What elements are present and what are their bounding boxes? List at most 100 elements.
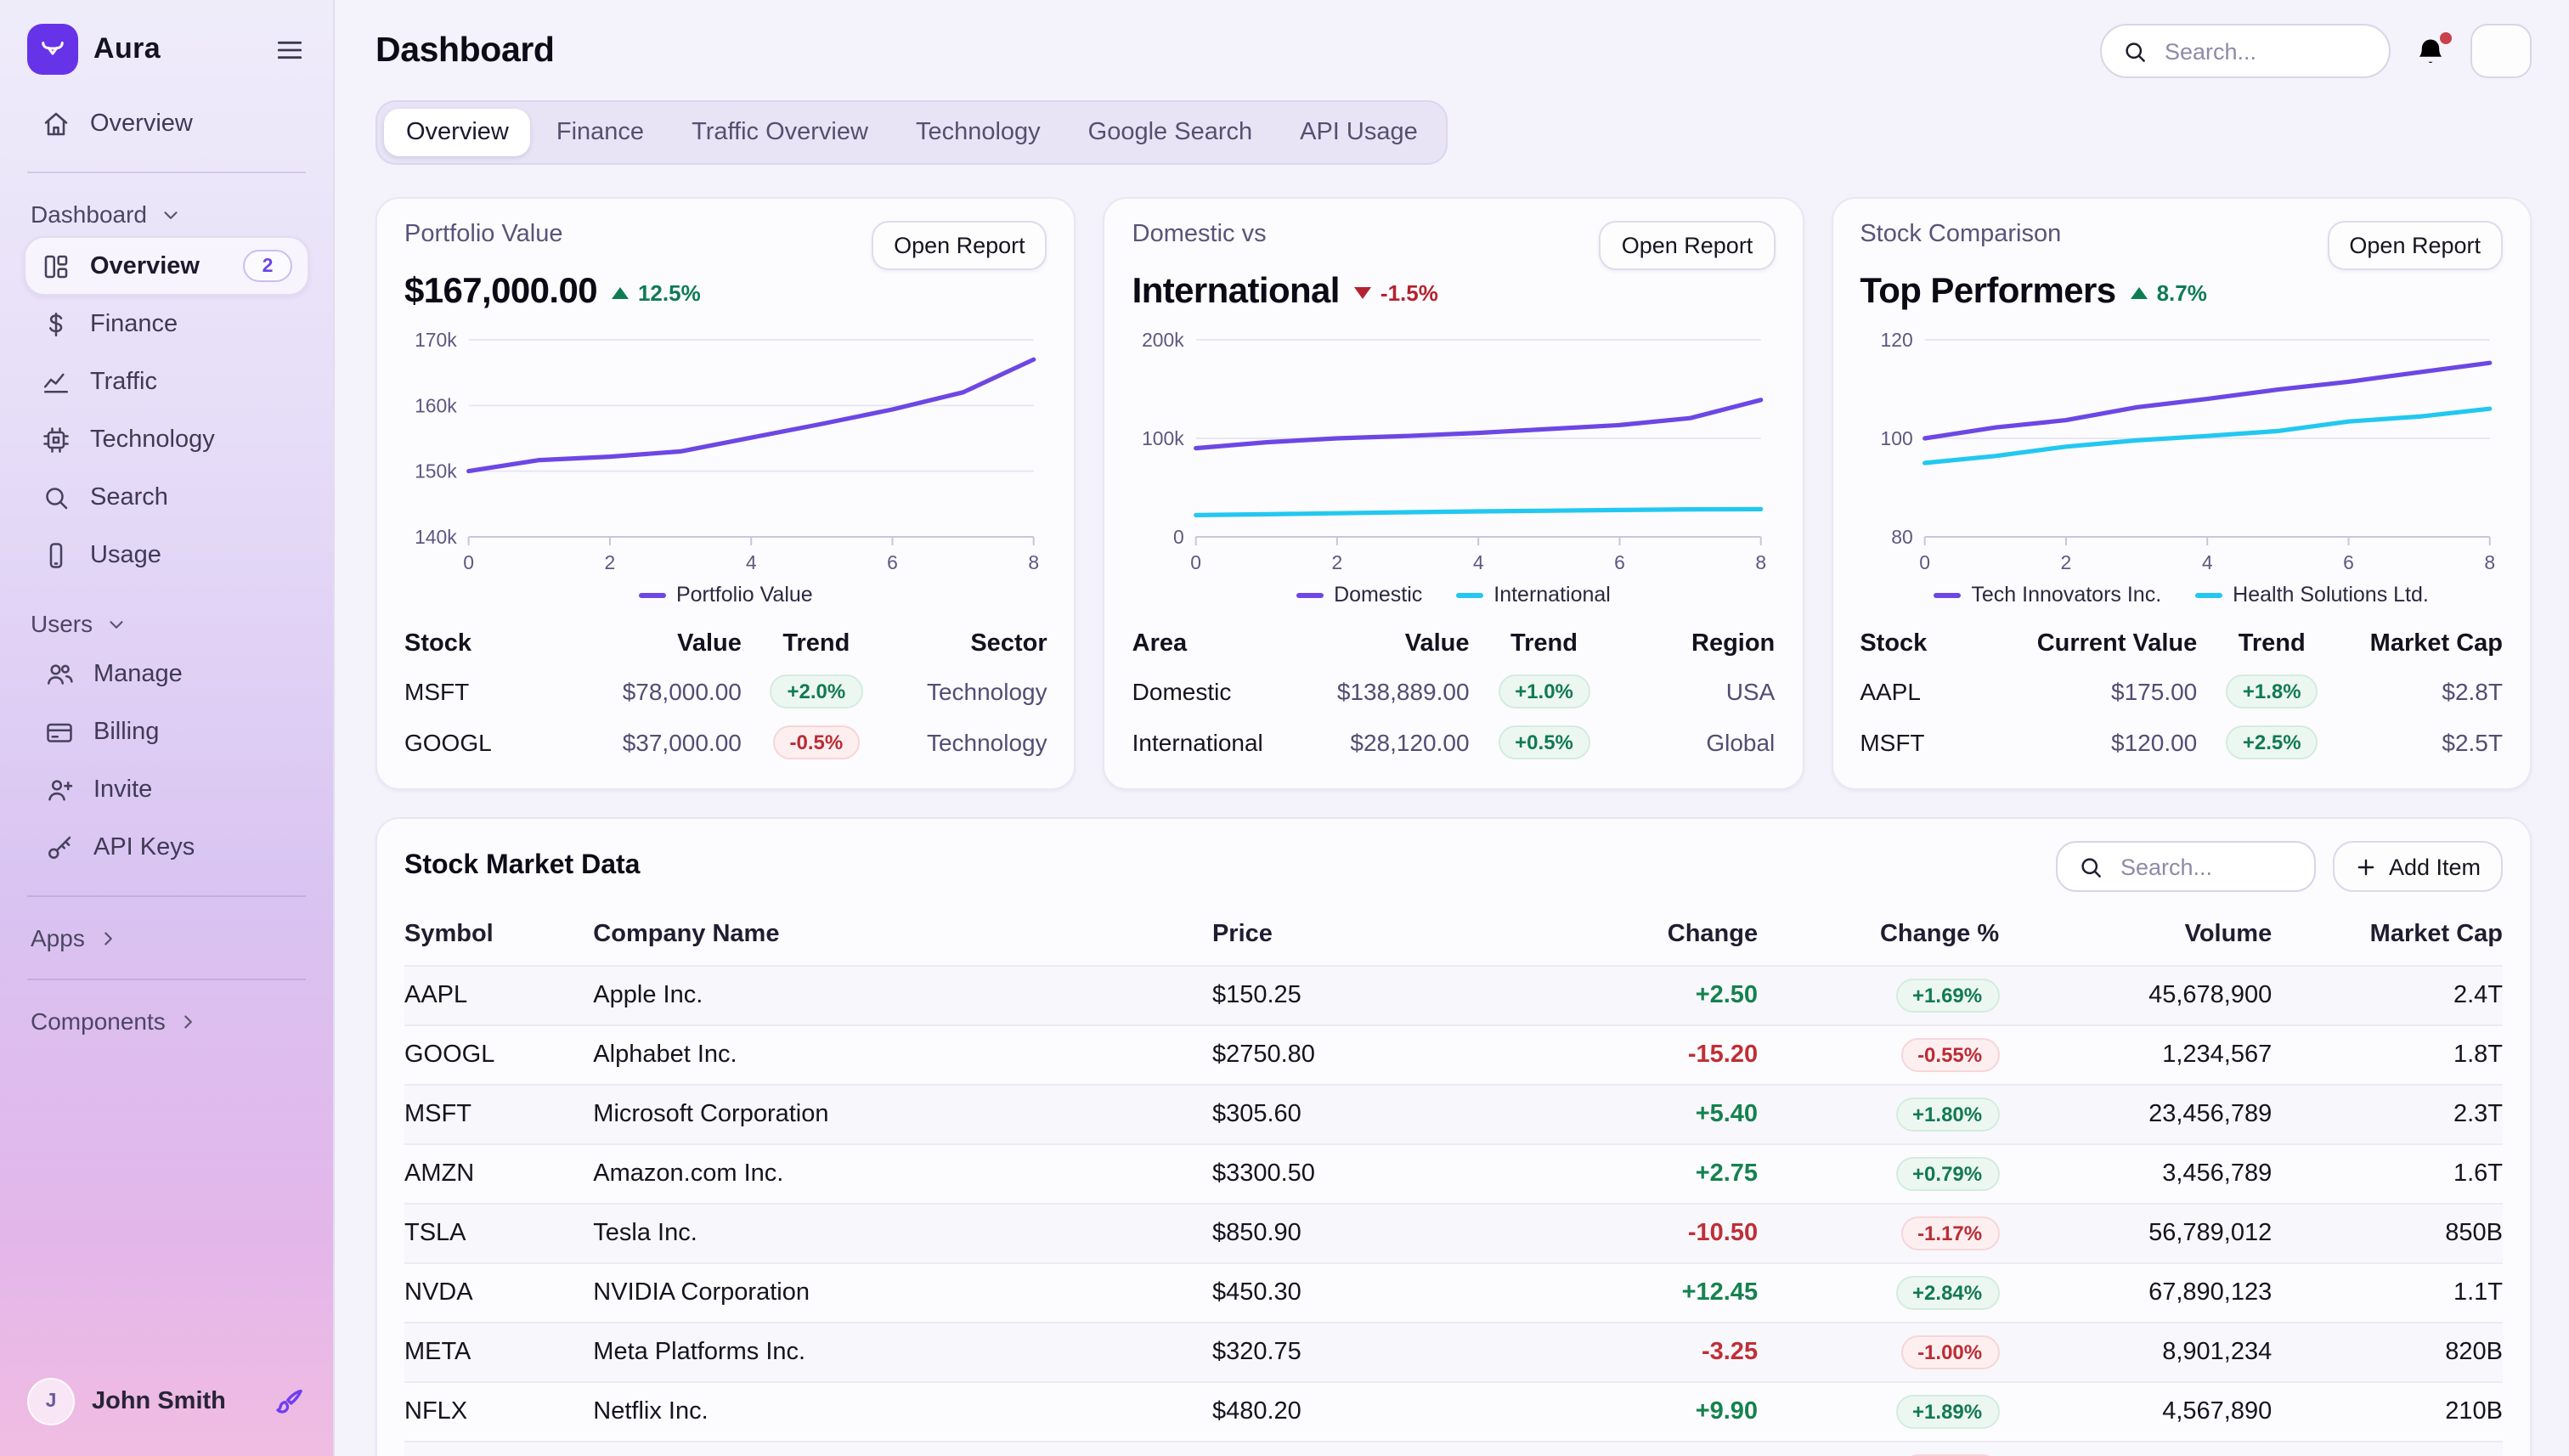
sidebar-item-search[interactable]: Search: [24, 469, 309, 527]
stock-table: Symbol Company Name Price Change Change …: [404, 906, 2503, 1456]
cell-price: $305.60: [1212, 1085, 1516, 1144]
table-search-input[interactable]: [2117, 852, 2294, 881]
search-input[interactable]: [2161, 37, 2369, 65]
sidebar-item-billing[interactable]: Billing: [27, 703, 309, 761]
domestic-international-line-chart: 0100k200k02468: [1132, 326, 1776, 581]
svg-text:2: 2: [2060, 551, 2071, 573]
sidebar-item-invite[interactable]: Invite: [27, 761, 309, 819]
cell-change: -15.20: [1516, 1025, 1758, 1085]
card-label: Stock Comparison: [1860, 221, 2061, 248]
chevron-right-icon: [178, 1010, 200, 1032]
table-header-row: Stock Value Trend Sector: [404, 622, 1047, 666]
change-pct-badge: +2.84%: [1895, 1276, 1999, 1310]
table-row: NFLX Netflix Inc. $480.20 +9.90 +1.89% 4…: [404, 1382, 2503, 1442]
divider: [27, 895, 306, 897]
tab-technology[interactable]: Technology: [894, 109, 1063, 156]
sidebar-section-components[interactable]: Components: [24, 999, 309, 1043]
divider: [27, 979, 306, 980]
cell-company: Alphabet Inc.: [593, 1025, 1212, 1085]
cell-change: +5.40: [1516, 1085, 1758, 1144]
credit-card-icon: [44, 717, 75, 748]
table-search: [2056, 841, 2316, 892]
delta-badge: -1.5%: [1355, 279, 1438, 305]
user-menu[interactable]: J John Smith: [24, 1371, 309, 1432]
tab-overview[interactable]: Overview: [384, 109, 531, 156]
sidebar-item-finance[interactable]: Finance: [24, 296, 309, 353]
open-report-button[interactable]: Open Report: [2327, 221, 2503, 270]
cell-symbol: NFLX: [404, 1382, 593, 1442]
trend-badge: +1.0%: [1498, 674, 1590, 708]
change-pct-badge: -0.55%: [1900, 1038, 1999, 1072]
table-row: MSFT $120.00 +2.5% $2.5T: [1860, 717, 2503, 768]
tab-finance[interactable]: Finance: [534, 109, 666, 156]
card-value: $167,000.00: [404, 272, 597, 313]
table-row: BABA Alibaba Group Holding $120.45 -2.15…: [404, 1442, 2503, 1456]
sidebar-item-api-keys[interactable]: API Keys: [27, 819, 309, 877]
dollar-icon: [41, 309, 71, 340]
paintbrush-theme-icon[interactable]: [272, 1385, 306, 1419]
change-pct-badge: +1.80%: [1895, 1098, 1999, 1132]
tab-google-search[interactable]: Google Search: [1066, 109, 1274, 156]
triangle-up-icon: [613, 286, 630, 298]
open-report-button[interactable]: Open Report: [872, 221, 1047, 270]
sidebar-item-manage[interactable]: Manage: [27, 646, 309, 703]
cell-company: Apple Inc.: [593, 966, 1212, 1025]
sidebar-section-apps[interactable]: Apps: [24, 916, 309, 960]
table-header-row: Area Value Trend Region: [1132, 622, 1776, 666]
cell-volume: 67,890,123: [1999, 1263, 2272, 1323]
menu-hamburger-icon[interactable]: [274, 33, 306, 65]
stock-comparison-card: Stock Comparison Open Report Top Perform…: [1831, 197, 2532, 790]
sidebar-section-dashboard[interactable]: Dashboard: [24, 192, 309, 236]
cell-symbol: NVDA: [404, 1263, 593, 1323]
cell-market-cap: 320B: [2272, 1442, 2503, 1456]
svg-text:0: 0: [463, 551, 474, 573]
sidebar-item-traffic[interactable]: Traffic: [24, 353, 309, 411]
search-icon: [2078, 854, 2103, 879]
svg-text:100: 100: [1880, 427, 1912, 449]
sidebar-item-overview-top[interactable]: Overview: [24, 95, 309, 153]
svg-text:8: 8: [1756, 551, 1767, 573]
legend-item: Domestic: [1296, 583, 1422, 607]
tab-traffic-overview[interactable]: Traffic Overview: [669, 109, 890, 156]
add-new-button[interactable]: [2470, 24, 2532, 78]
tab-api-usage[interactable]: API Usage: [1278, 109, 1440, 156]
sidebar-item-usage[interactable]: Usage: [24, 527, 309, 584]
change-pct-badge: +0.79%: [1895, 1157, 1999, 1191]
search-icon: [41, 483, 71, 513]
cell-market-cap: 820B: [2272, 1323, 2503, 1382]
dashboard-tabs: Overview Finance Traffic Overview Techno…: [375, 100, 1448, 165]
sidebar-item-technology[interactable]: Technology: [24, 411, 309, 469]
brand-name: Aura: [93, 32, 161, 66]
notifications-bell-icon[interactable]: [2413, 33, 2448, 69]
market-actions: Add Item: [2056, 841, 2503, 892]
users-icon: [44, 659, 75, 690]
add-item-button[interactable]: Add Item: [2333, 841, 2503, 892]
cell-symbol: TSLA: [404, 1204, 593, 1263]
delta-badge: 12.5%: [613, 279, 701, 305]
delta-badge: 8.7%: [2131, 279, 2207, 305]
cell-volume: 45,678,900: [1999, 966, 2272, 1025]
sidebar-section-users[interactable]: Users: [24, 601, 309, 646]
table-header-row: Symbol Company Name Price Change Change …: [404, 906, 2503, 966]
trend-badge: +1.8%: [2226, 674, 2318, 708]
legend-swatch: [1296, 592, 1324, 597]
table-row: Domestic $138,889.00 +1.0% USA: [1132, 666, 1776, 717]
trend-badge: -0.5%: [773, 725, 861, 759]
svg-text:8: 8: [1028, 551, 1039, 573]
open-report-button[interactable]: Open Report: [1600, 221, 1776, 270]
legend-swatch: [639, 592, 666, 597]
stat-cards-row: Portfolio Value Open Report $167,000.00 …: [375, 197, 2532, 790]
legend-item: Tech Innovators Inc.: [1934, 583, 2161, 607]
cell-symbol: MSFT: [404, 1085, 593, 1144]
sidebar-item-overview[interactable]: Overview 2: [24, 236, 309, 296]
legend-swatch: [1934, 592, 1961, 597]
cell-change: -2.15: [1516, 1442, 1758, 1456]
key-icon: [44, 832, 75, 863]
cell-market-cap: 1.6T: [2272, 1144, 2503, 1204]
cell-volume: 56,789,012: [1999, 1204, 2272, 1263]
cell-market-cap: 1.1T: [2272, 1263, 2503, 1323]
table-row: MSFT $78,000.00 +2.0% Technology: [404, 666, 1047, 717]
cell-symbol: META: [404, 1323, 593, 1382]
table-row: MSFT Microsoft Corporation $305.60 +5.40…: [404, 1085, 2503, 1144]
svg-text:4: 4: [746, 551, 757, 573]
